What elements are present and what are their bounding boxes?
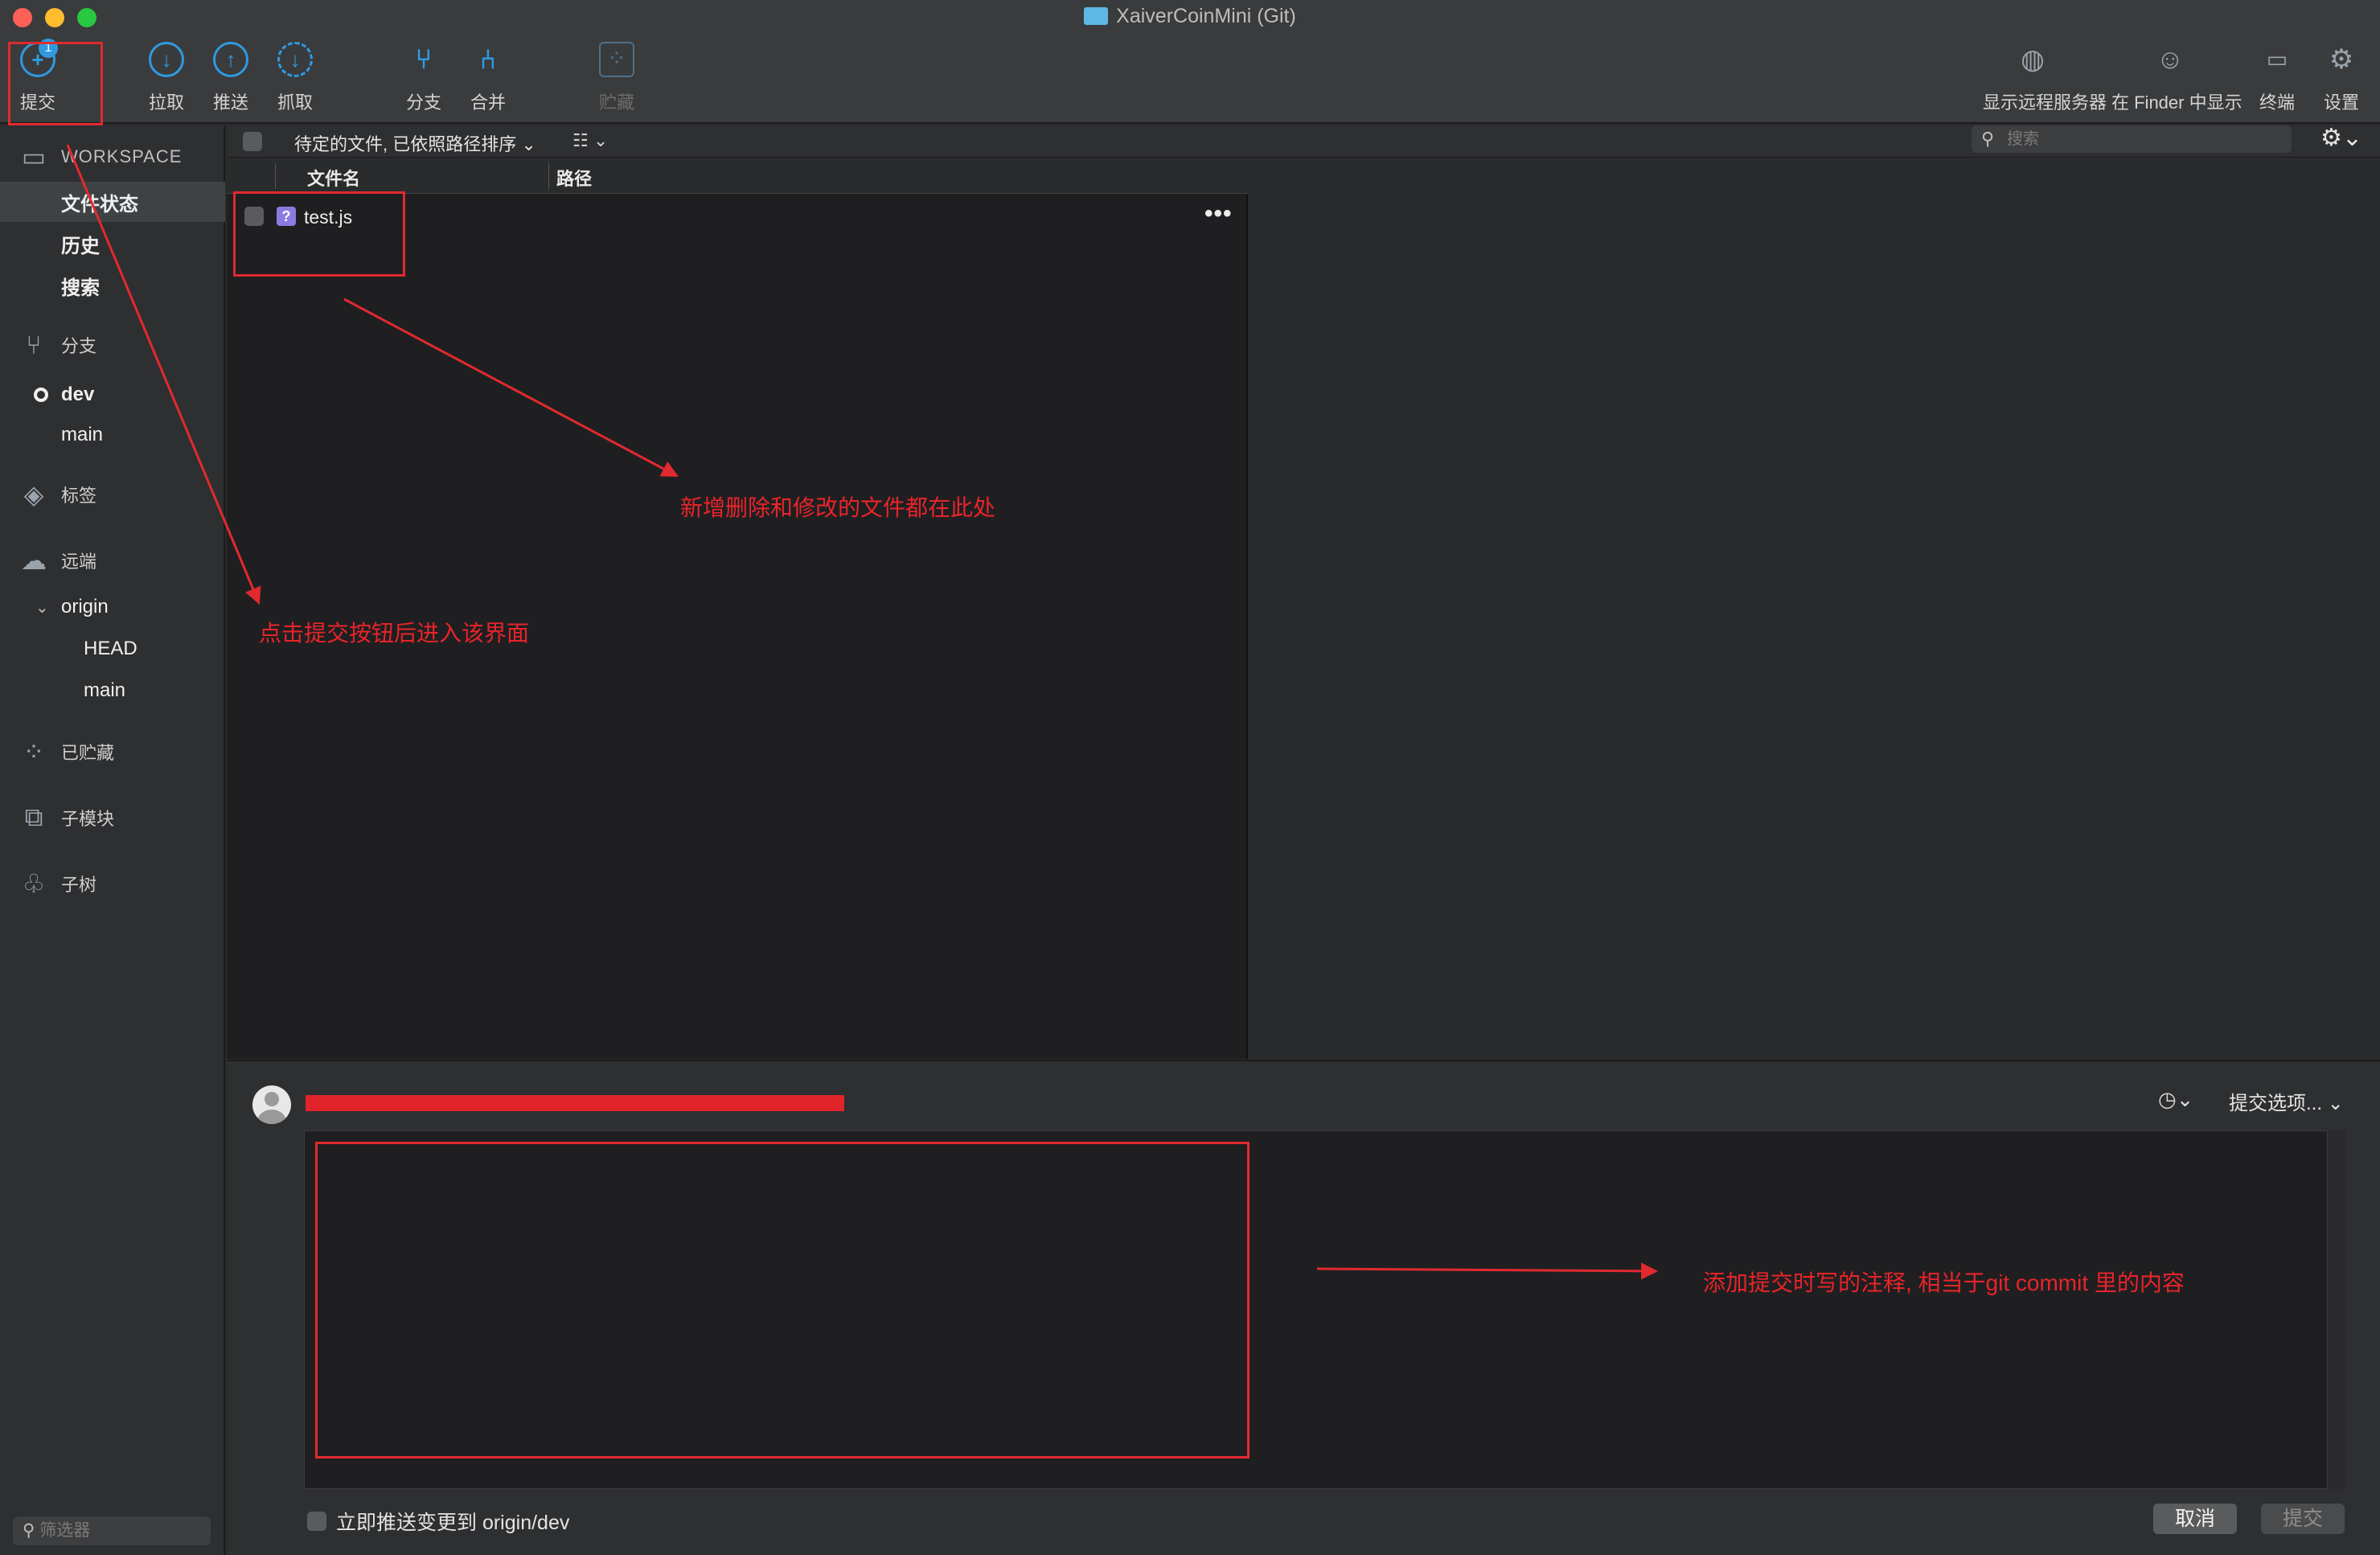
column-filename[interactable]: 文件名 bbox=[307, 165, 360, 191]
annotation-box-message bbox=[315, 1142, 1250, 1459]
commit-history-dropdown[interactable]: ◷⌄ bbox=[2158, 1087, 2193, 1112]
merge-icon: ⑃ bbox=[479, 44, 497, 75]
annotation-commit-note: 点击提交按钮后进入该界面 bbox=[259, 621, 530, 646]
subtree-icon: ♧ bbox=[22, 869, 46, 898]
sidebar-subtrees-header[interactable]: ♧ 子树 bbox=[0, 864, 225, 904]
commit-submit-button[interactable]: 提交 bbox=[2261, 1504, 2345, 1534]
sidebar-item-branch-dev[interactable]: dev bbox=[0, 375, 225, 415]
fetch-circle-icon: ↓ bbox=[277, 42, 313, 77]
fetch-button[interactable]: ↓ 抓取 bbox=[251, 42, 339, 114]
sidebar: ▭ WORKSPACE 文件状态 历史 搜索 ⑂ 分支 dev main ◈ 标… bbox=[0, 125, 225, 1555]
file-list-header: 文件名 路径 bbox=[227, 158, 1248, 194]
toolbar: XaiverCoinMini (Git) + 1 提交 ↓ 拉取 ↑ 推送 ↓ … bbox=[0, 0, 2380, 124]
sidebar-item-remote-head[interactable]: HEAD bbox=[0, 629, 225, 669]
view-mode-dropdown[interactable]: ☷ ⌄ bbox=[572, 130, 608, 151]
search-icon: ⚲ bbox=[23, 1521, 35, 1540]
folder-icon bbox=[1084, 7, 1109, 25]
cloud-icon: ☁ bbox=[21, 546, 47, 575]
gear-icon[interactable]: ⚙⌄ bbox=[2320, 124, 2362, 152]
stash-button[interactable]: ⁘ 贮藏 bbox=[572, 42, 661, 114]
sidebar-item-remote-main[interactable]: main bbox=[0, 671, 225, 711]
sidebar-tags-header[interactable]: ◈ 标签 bbox=[0, 474, 225, 515]
branch-icon: ⑂ bbox=[415, 44, 433, 75]
more-actions-button[interactable]: ••• bbox=[1204, 200, 1233, 228]
sidebar-remotes-header[interactable]: ☁ 远端 bbox=[0, 540, 225, 581]
current-branch-icon bbox=[34, 388, 48, 402]
arrow-up-circle-icon: ↑ bbox=[213, 42, 248, 77]
finder-icon: ☺ bbox=[2156, 44, 2185, 75]
merge-button[interactable]: ⑃ 合并 bbox=[444, 42, 532, 114]
search-input[interactable]: ⚲ 搜索 bbox=[1972, 125, 2292, 153]
sidebar-filter-input[interactable]: ⚲ 筛选器 bbox=[13, 1516, 211, 1545]
avatar bbox=[252, 1085, 291, 1124]
tag-icon: ◈ bbox=[23, 480, 44, 509]
commit-message-scrollbar[interactable] bbox=[2327, 1130, 2346, 1489]
annotation-box-file-row bbox=[233, 191, 405, 277]
sidebar-item-file-status[interactable]: 文件状态 bbox=[0, 182, 225, 222]
branch-icon: ⑂ bbox=[26, 330, 42, 359]
sidebar-item-remote-origin[interactable]: ⌄ origin bbox=[0, 587, 225, 627]
globe-icon: ◍ bbox=[2021, 44, 2045, 75]
show-in-finder-button[interactable]: ☺ 在 Finder 中显示 bbox=[2111, 42, 2243, 114]
sidebar-item-search[interactable]: 搜索 bbox=[0, 265, 225, 306]
column-path[interactable]: 路径 bbox=[556, 165, 592, 191]
stash-icon: ⁘ bbox=[23, 737, 45, 766]
redacted-author bbox=[306, 1095, 844, 1111]
sidebar-stashes-header[interactable]: ⁘ 已贮藏 bbox=[0, 732, 225, 772]
select-all-checkbox[interactable] bbox=[243, 132, 262, 151]
gear-icon: ⚙ bbox=[2329, 44, 2354, 75]
sidebar-item-history[interactable]: 历史 bbox=[0, 224, 225, 264]
window-title: XaiverCoinMini (Git) bbox=[0, 5, 2380, 28]
cancel-button[interactable]: 取消 bbox=[2153, 1504, 2237, 1534]
stash-icon: ⁘ bbox=[599, 42, 634, 77]
sidebar-submodules-header[interactable]: ⧉ 子模块 bbox=[0, 798, 225, 838]
monitor-icon: ▭ bbox=[21, 142, 47, 171]
terminal-icon: ▭ bbox=[2266, 47, 2288, 72]
annotation-files-note: 新增删除和修改的文件都在此处 bbox=[680, 495, 996, 520]
diff-pane bbox=[1250, 158, 2380, 1059]
annotation-box-commit-button bbox=[8, 42, 103, 125]
submodule-icon: ⧉ bbox=[24, 802, 43, 831]
push-immediately-checkbox[interactable] bbox=[307, 1512, 326, 1531]
sidebar-branches-header[interactable]: ⑂ 分支 bbox=[0, 325, 225, 365]
settings-button[interactable]: ⚙ 设置 bbox=[2296, 42, 2380, 114]
annotation-message-note: 添加提交时写的注释, 相当于git commit 里的内容 bbox=[1703, 1270, 2185, 1295]
sidebar-item-branch-main[interactable]: main bbox=[0, 415, 225, 455]
arrow-down-circle-icon: ↓ bbox=[149, 42, 184, 77]
show-remote-button[interactable]: ◍ 显示远程服务器 bbox=[1983, 42, 2107, 114]
chevron-down-icon[interactable]: ⌄ bbox=[35, 597, 49, 617]
push-immediately-option[interactable]: 立即推送变更到 origin/dev bbox=[307, 1507, 569, 1536]
file-list-pane: 文件名 路径 ? test.js ••• bbox=[227, 158, 1248, 1059]
sidebar-workspace-header[interactable]: ▭ WORKSPACE bbox=[0, 137, 225, 177]
commit-options-dropdown[interactable]: 提交选项... ⌄ bbox=[2229, 1087, 2344, 1115]
sort-dropdown[interactable]: 待定的文件, 已依照路径排序 ⌄ bbox=[294, 130, 536, 156]
search-icon: ⚲ bbox=[1981, 129, 1995, 149]
